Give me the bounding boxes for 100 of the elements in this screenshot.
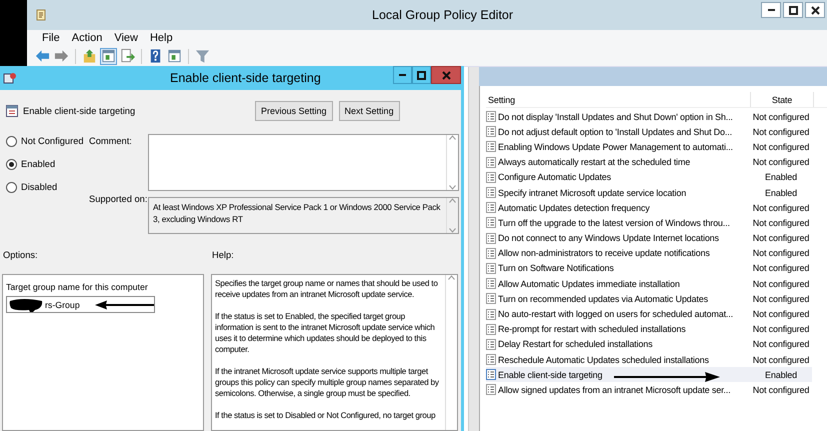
setting-state: Not configured	[752, 278, 810, 289]
folder-up-icon	[82, 48, 97, 64]
back-arrow-icon	[35, 48, 50, 64]
radio-button[interactable]	[6, 182, 17, 192]
policy-setting-icon	[486, 126, 496, 138]
toolbar-button[interactable]	[81, 48, 98, 64]
setting-name: Always automatically restart at the scheduled time	[498, 157, 690, 168]
navigation-button[interactable]: Next Setting	[338, 101, 400, 121]
close-button[interactable]	[805, 2, 825, 18]
menu-item[interactable]: File	[36, 32, 66, 44]
list-row[interactable]: No auto-restart with logged on users for scheduled automat... Not configured	[486, 306, 812, 322]
radio-button[interactable]	[6, 136, 17, 146]
maximize-icon	[788, 4, 798, 16]
redaction-scribble	[9, 298, 43, 312]
close-icon	[810, 4, 820, 16]
list-row[interactable]: Allow non-administrators to receive update notifications Not configured	[486, 246, 812, 261]
list-row[interactable]: Allow Automatic Updates immediate installation Not configured	[486, 276, 812, 292]
radio-label[interactable]: Not Configured	[6, 134, 84, 148]
policy-icon	[6, 105, 18, 117]
setting-name: Allow non-administrators to receive update notifications	[498, 248, 710, 258]
maximize-icon	[416, 70, 427, 80]
setting-state: Enabled	[764, 172, 798, 182]
toolbar-button[interactable]	[119, 48, 136, 64]
setting-state: Not configured	[752, 309, 810, 320]
list-row[interactable]: Turn off the upgrade to the latest version of Windows throu... Not configured	[486, 215, 812, 230]
list-row[interactable]: Re-prompt for restart with scheduled installations Not configured	[486, 322, 812, 337]
scroll-up-icon	[449, 135, 456, 140]
toolbar-button[interactable]	[100, 48, 117, 64]
toolbar-button[interactable]	[53, 48, 70, 64]
setting-state: Not configured	[752, 233, 810, 244]
toolbar-button[interactable]	[166, 48, 183, 64]
policy-setting-icon	[486, 308, 496, 320]
maximize-button[interactable]	[412, 66, 431, 84]
notepad-icon	[36, 9, 46, 21]
menu-item[interactable]: Help	[144, 32, 179, 44]
list-row[interactable]: Specify intranet Microsoft update service location Enabled	[486, 184, 812, 200]
setting-name: No auto-restart with logged on users for scheduled automat...	[498, 309, 733, 320]
list-row[interactable]: Reschedule Automatic Updates scheduled installations Not configured	[486, 352, 812, 368]
list-row[interactable]: Allow signed updates from an intranet Microsoft update ser... Not configured	[486, 382, 812, 398]
policy-setting-icon	[486, 369, 496, 380]
setting-name: Delay Restart for scheduled installations	[498, 339, 652, 350]
minimize-button[interactable]	[393, 66, 412, 84]
window-title: Local Group Policy Editor	[372, 8, 514, 22]
setting-state: Not configured	[752, 354, 810, 365]
list-row[interactable]: Always automatically restart at the scheduled time Not configured	[486, 154, 812, 170]
help-paragraph: If the status is set to Disabled or Not Configured, no target group	[215, 410, 436, 421]
setting-name: Enable client-side targeting	[498, 370, 602, 380]
target-group-field[interactable]: rs-Group	[6, 296, 155, 313]
setting-state: Not configured	[752, 112, 810, 122]
setting-state: Not configured	[752, 202, 810, 213]
list-row[interactable]: Delay Restart for scheduled installations Not configured	[486, 336, 812, 352]
list-row[interactable]: Configure Automatic Updates Enabled	[486, 170, 812, 185]
list-row[interactable]: Turn on recommended updates via Automatic Updates Not configured	[486, 291, 812, 306]
column-header[interactable]: Setting	[486, 92, 751, 107]
list-row[interactable]: Do not connect to any Windows Update Internet locations Not configured	[486, 230, 812, 246]
setting-state: Not configured	[752, 142, 810, 152]
setting-name: Enabling Windows Update Power Management to automati...	[498, 142, 733, 152]
setting-name: Configure Automatic Updates	[498, 172, 612, 182]
scrollbar[interactable]	[468, 67, 479, 431]
field-label: Supported on:	[89, 194, 148, 204]
list-row[interactable]: Enable client-side targeting Enabled	[486, 367, 812, 382]
list-row[interactable]: Turn on Software Notifications Not configured	[486, 260, 812, 276]
comment-field[interactable]	[148, 134, 459, 191]
setting-name: Reschedule Automatic Updates scheduled installations	[498, 354, 709, 365]
minimize-button[interactable]	[761, 2, 781, 18]
setting-state: Not configured	[752, 339, 810, 350]
setting-state: Not configured	[752, 294, 810, 304]
policy-setting-icon	[486, 324, 496, 335]
setting-name: Specify intranet Microsoft update service location	[498, 188, 686, 198]
column-header[interactable]: State	[751, 92, 814, 107]
policy-setting-icon	[486, 293, 496, 304]
policy-setting-icon	[486, 354, 496, 366]
section-label: Options:	[3, 250, 39, 262]
setting-state: Not configured	[752, 384, 810, 395]
annotation-arrow	[94, 300, 154, 310]
radio-label[interactable]: Enabled	[6, 157, 56, 171]
policy-setting-icon	[486, 384, 496, 396]
setting-name: Do not display 'Install Updates and Shut Down' option in Sh...	[498, 112, 733, 122]
maximize-button[interactable]	[783, 2, 803, 18]
list-row[interactable]: Do not adjust default option to 'Install Updates and Shut Do... Not configured	[486, 124, 812, 140]
list-row[interactable]: Do not display 'Install Updates and Shut Down' option in Sh... Not configured	[486, 109, 812, 124]
policy-setting-icon	[486, 278, 496, 290]
section-label: Help:	[212, 250, 234, 262]
policy-setting-icon	[486, 338, 496, 350]
navigation-button[interactable]: Previous Setting	[255, 101, 333, 121]
close-icon	[440, 70, 452, 80]
menu-item[interactable]: View	[108, 32, 144, 44]
forward-arrow-icon	[54, 48, 69, 64]
radio-button[interactable]	[6, 158, 17, 170]
help-paragraph: If the status is set to Enabled, the specified target group information is sent to the intranet Microsoft update service which uses it to determine which updates should be deployed to this computer.	[215, 311, 436, 355]
policy-setting-icon	[486, 187, 496, 198]
list-row[interactable]: Automatic Updates detection frequency Not configured	[486, 200, 812, 216]
list-row[interactable]: Enabling Windows Update Power Management to automati... Not configured	[486, 139, 812, 155]
radio-label[interactable]: Disabled	[6, 180, 58, 194]
toolbar-button[interactable]	[34, 48, 51, 64]
dialog-title: Enable client-side targeting	[170, 71, 321, 85]
help-paragraph: If the intranet Microsoft update service supports multiple target groups this policy can specify multiple group names separated by semicolons. Otherwise, a single group must be specified.	[215, 366, 440, 399]
setting-state: Enabled	[764, 370, 798, 380]
setting-name: Automatic Updates detection frequency	[498, 202, 650, 213]
menu-item[interactable]: Action	[66, 32, 108, 44]
